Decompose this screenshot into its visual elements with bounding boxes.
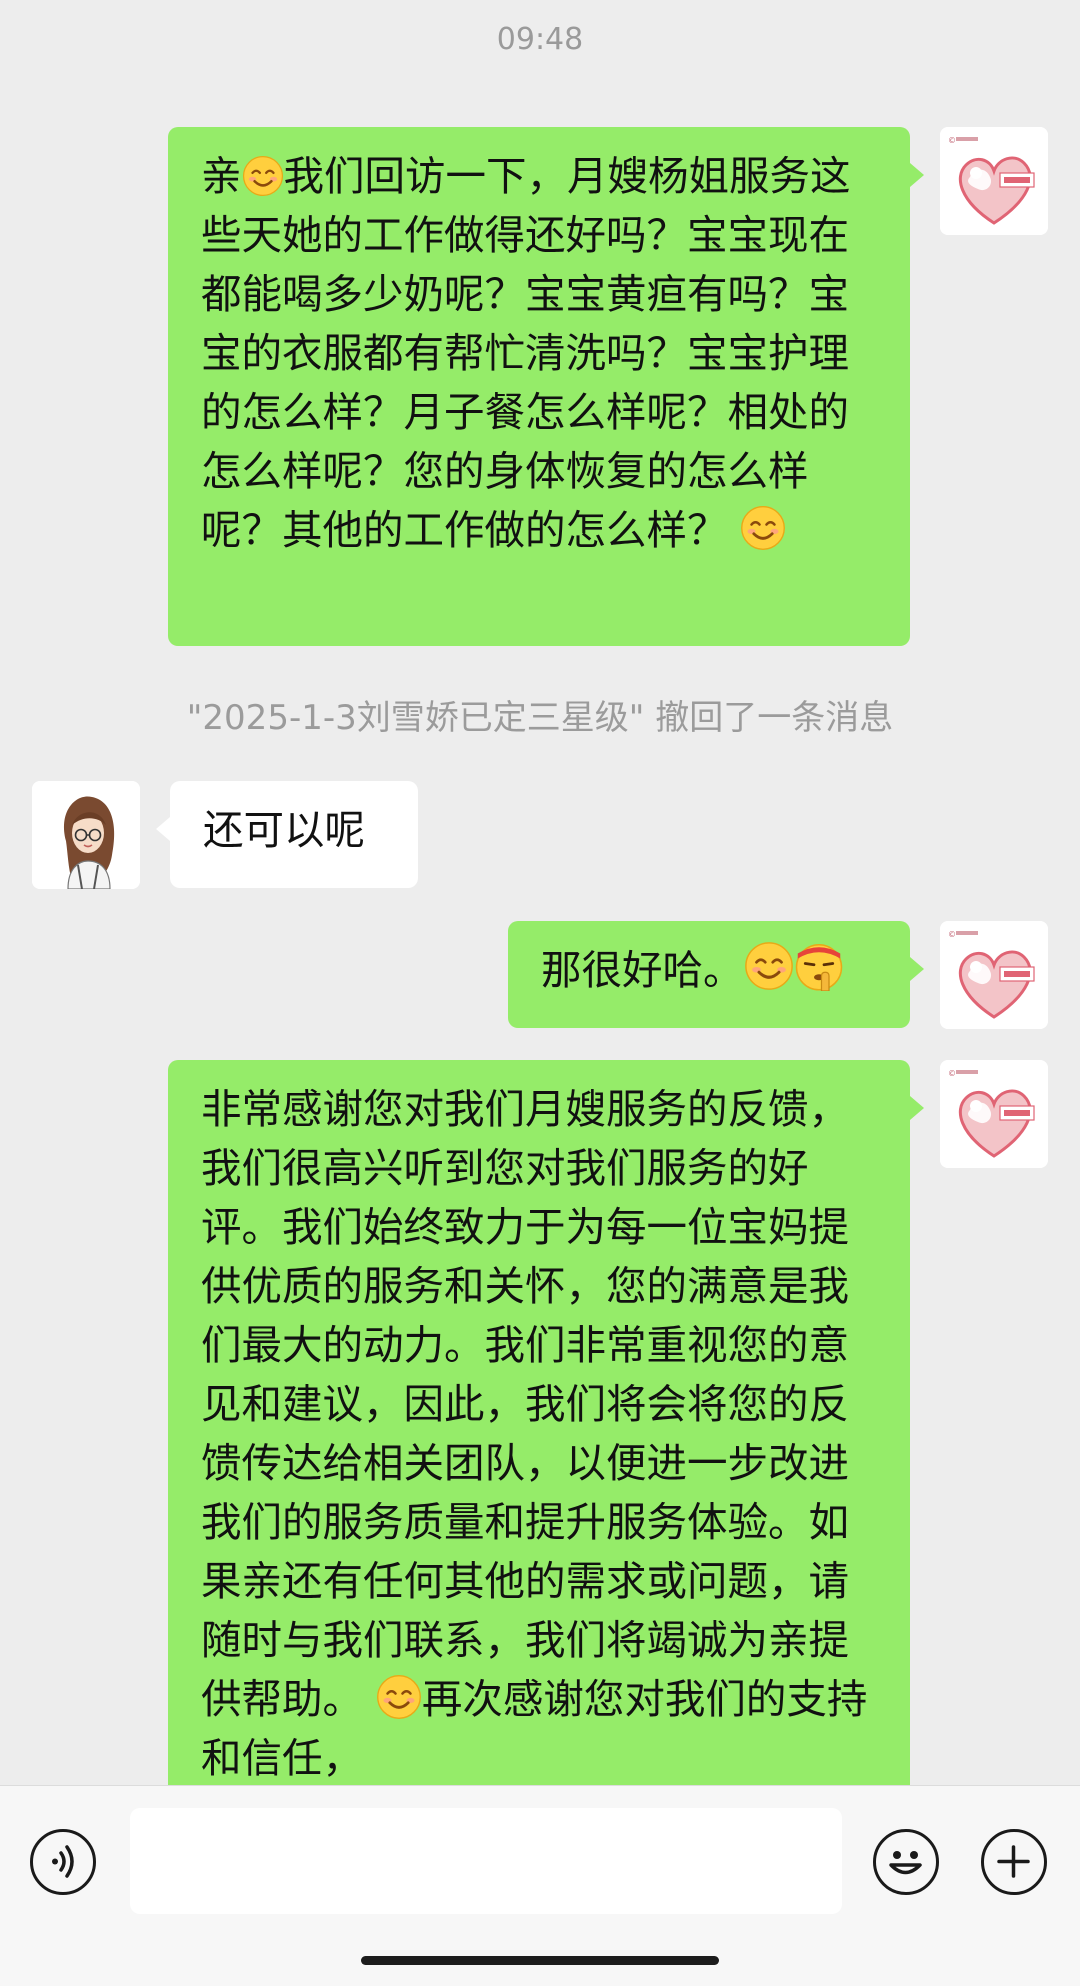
more-options-button[interactable] [981, 1829, 1047, 1895]
message-text: 那很好哈。 [541, 946, 744, 994]
own-avatar[interactable] [940, 921, 1048, 1029]
message-text: 还可以呢 [203, 806, 365, 854]
chat-input-bar [0, 1785, 1080, 1986]
home-indicator [361, 1956, 719, 1965]
heart-logo-icon [940, 1060, 1048, 1168]
plus-icon [997, 1845, 1030, 1878]
voice-input-icon [52, 1845, 74, 1878]
chat-timestamp: 09:48 [496, 22, 584, 57]
own-avatar[interactable] [940, 1060, 1048, 1168]
message-input[interactable] [130, 1808, 842, 1914]
smiling-face-emoji-icon [242, 155, 284, 197]
smiling-face-emoji-icon [376, 1674, 422, 1720]
heart-logo-icon [940, 921, 1048, 1029]
message-text: 我们回访一下，月嫂杨姐服务这些天她的工作做得还好吗？宝宝现在都能喝多少奶呢？宝宝… [201, 152, 851, 554]
voice-input-button[interactable] [30, 1829, 96, 1895]
recall-notice: "2025-1-3刘雪娇已定三星级" 撤回了一条消息 [186, 698, 894, 738]
shushing-face-emoji-icon [794, 941, 844, 991]
emoji-button[interactable] [873, 1829, 939, 1895]
outgoing-message-bubble[interactable]: 亲我们回访一下，月嫂杨姐服务这些天她的工作做得还好吗？宝宝现在都能喝多少奶呢？宝… [168, 127, 924, 646]
smiling-face-emoji-icon [740, 505, 786, 551]
message-text: 非常感谢您对我们月嫂服务的反馈，我们很高兴听到您对我们服务的好评。我们始终致力于… [201, 1085, 849, 1723]
emoji-icon [889, 1851, 922, 1875]
heart-logo-icon [940, 127, 1048, 235]
outgoing-message-bubble[interactable]: 那很好哈。 [508, 921, 924, 1028]
own-avatar[interactable] [940, 127, 1048, 235]
contact-avatar[interactable] [32, 781, 140, 889]
incoming-message-bubble[interactable]: 还可以呢 [156, 781, 418, 888]
message-text: 亲 [201, 152, 242, 200]
contact-avatar-image [32, 781, 140, 889]
smiling-face-emoji-icon [744, 941, 794, 991]
outgoing-message-bubble[interactable]: 非常感谢您对我们月嫂服务的反馈，我们很高兴听到您对我们服务的好评。我们始终致力于… [168, 1060, 924, 1820]
